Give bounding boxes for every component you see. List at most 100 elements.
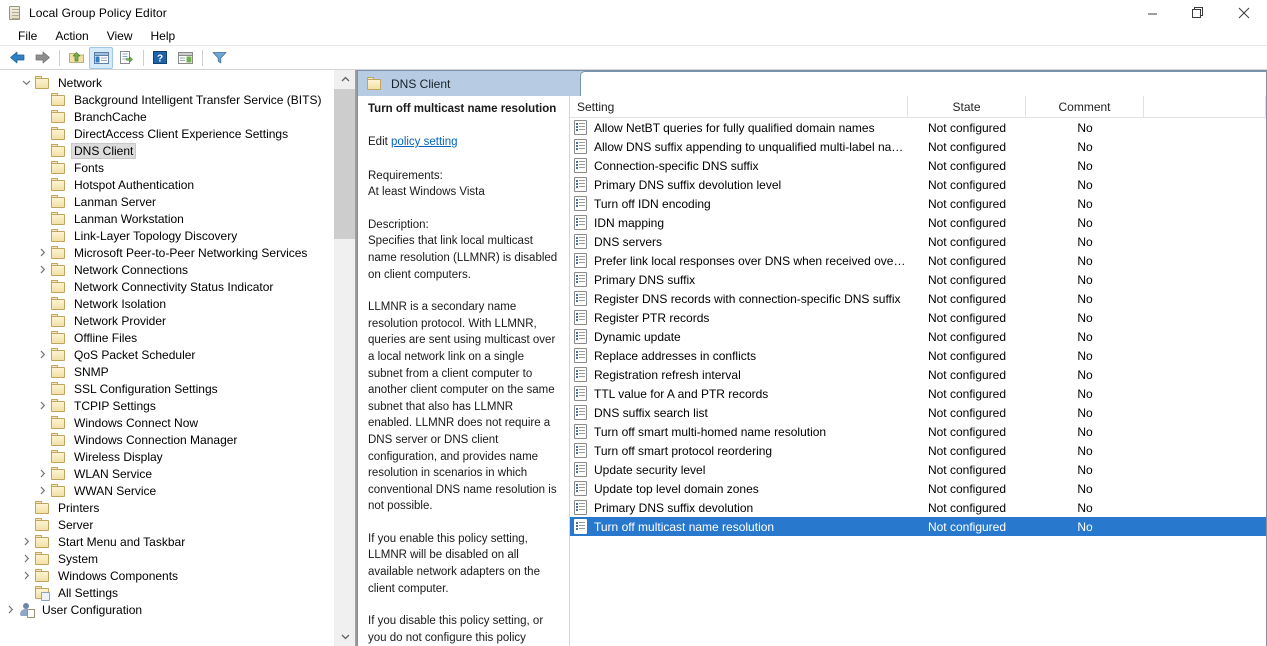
table-row[interactable]: Register DNS records with connection-spe… — [570, 289, 1266, 308]
settings-list-rows[interactable]: Allow NetBT queries for fully qualified … — [570, 118, 1266, 646]
table-row[interactable]: Update security level Not configured No — [570, 460, 1266, 479]
table-row[interactable]: Register PTR records Not configured No — [570, 308, 1266, 327]
menu-file[interactable]: File — [9, 27, 46, 45]
close-button[interactable] — [1221, 0, 1267, 26]
table-row[interactable]: Allow NetBT queries for fully qualified … — [570, 118, 1266, 137]
column-header-setting[interactable]: Setting — [570, 96, 908, 117]
tree-item-dns-client[interactable]: DNS Client — [0, 142, 333, 159]
filter-button[interactable] — [207, 47, 231, 69]
tree-scrollbar-track[interactable] — [334, 89, 355, 627]
policy-setting-icon — [574, 462, 588, 477]
tree-item-printers[interactable]: Printers — [0, 499, 333, 516]
edit-policy-setting-link[interactable]: policy setting — [391, 136, 457, 148]
help-button[interactable]: ? — [148, 47, 172, 69]
menu-view[interactable]: View — [98, 27, 142, 45]
chevron-right-icon[interactable] — [34, 245, 50, 261]
tree-item-all-settings[interactable]: All Settings — [0, 584, 333, 601]
table-row[interactable]: Turn off smart multi-homed name resoluti… — [570, 422, 1266, 441]
scroll-up-arrow-icon[interactable] — [334, 70, 355, 89]
tree-item-windows-connection-manager[interactable]: Windows Connection Manager — [0, 431, 333, 448]
back-button[interactable] — [5, 47, 29, 69]
chevron-right-icon[interactable] — [2, 602, 18, 618]
tree-item-network[interactable]: Network — [0, 74, 333, 91]
tree-item-ssl-configuration-settings[interactable]: SSL Configuration Settings — [0, 380, 333, 397]
tree-item-network-connections[interactable]: Network Connections — [0, 261, 333, 278]
chevron-right-icon[interactable] — [34, 466, 50, 482]
table-row[interactable]: Turn off smart protocol reordering Not co… — [570, 441, 1266, 460]
tree-item-fonts[interactable]: Fonts — [0, 159, 333, 176]
tree-item-directaccess-client-experience-settings[interactable]: DirectAccess Client Experience Settings — [0, 125, 333, 142]
tree-item-hotspot-authentication[interactable]: Hotspot Authentication — [0, 176, 333, 193]
cell-comment: No — [1077, 348, 1093, 363]
table-row[interactable]: TTL value for A and PTR records Not confi… — [570, 384, 1266, 403]
cell-comment: No — [1077, 120, 1093, 135]
tree-item-tcpip-settings[interactable]: TCPIP Settings — [0, 397, 333, 414]
tree-item-system[interactable]: System — [0, 550, 333, 567]
chevron-right-icon[interactable] — [18, 568, 34, 584]
tree-item-snmp[interactable]: SNMP — [0, 363, 333, 380]
table-row[interactable]: Prefer link local responses over DNS whe… — [570, 251, 1266, 270]
tree-item-windows-components[interactable]: Windows Components — [0, 567, 333, 584]
tree-item-qos-packet-scheduler[interactable]: QoS Packet Scheduler — [0, 346, 333, 363]
tree-item-network-connectivity-status-indicator[interactable]: Network Connectivity Status Indicator — [0, 278, 333, 295]
chevron-right-icon[interactable] — [34, 347, 50, 363]
up-one-level-button[interactable] — [64, 47, 88, 69]
setting-name: Register DNS records with connection-spe… — [594, 291, 901, 306]
tree-item-link-layer-topology-discovery[interactable]: Link-Layer Topology Discovery — [0, 227, 333, 244]
tree-item-start-menu-and-taskbar[interactable]: Start Menu and Taskbar — [0, 533, 333, 550]
tree-scrollbar[interactable] — [333, 70, 355, 646]
table-row[interactable]: Connection-specific DNS suffix Not config… — [570, 156, 1266, 175]
tree-item-network-provider[interactable]: Network Provider — [0, 312, 333, 329]
show-hide-action-pane-button[interactable] — [173, 47, 197, 69]
minimize-button[interactable] — [1129, 0, 1175, 26]
tree-item-windows-connect-now[interactable]: Windows Connect Now — [0, 414, 333, 431]
tree-item-wlan-service[interactable]: WLAN Service — [0, 465, 333, 482]
cell-setting: Update security level — [570, 462, 908, 477]
table-row[interactable]: IDN mapping Not configured No — [570, 213, 1266, 232]
tree-item-network-isolation[interactable]: Network Isolation — [0, 295, 333, 312]
forward-button[interactable] — [30, 47, 54, 69]
setting-name: DNS servers — [594, 234, 663, 249]
table-row[interactable]: DNS servers Not configured No — [570, 232, 1266, 251]
scroll-down-arrow-icon[interactable] — [334, 627, 355, 646]
table-row[interactable]: Primary DNS suffix devolution Not configu… — [570, 498, 1266, 517]
tree-item-wwan-service[interactable]: WWAN Service — [0, 482, 333, 499]
chevron-right-icon[interactable] — [34, 483, 50, 499]
chevron-down-icon[interactable] — [18, 75, 34, 91]
show-hide-console-tree-button[interactable] — [89, 46, 113, 69]
table-row[interactable]: Primary DNS suffix Not configured No — [570, 270, 1266, 289]
menu-help[interactable]: Help — [142, 27, 185, 45]
tree-item-microsoft-peer-to-peer-networking-services[interactable]: Microsoft Peer-to-Peer Networking Servic… — [0, 244, 333, 261]
console-tree[interactable]: Network Background Intelligent Transfer S… — [0, 74, 333, 646]
chevron-right-icon[interactable] — [18, 551, 34, 567]
table-row[interactable]: Allow DNS suffix appending to unqualifie… — [570, 137, 1266, 156]
tree-item-lanman-workstation[interactable]: Lanman Workstation — [0, 210, 333, 227]
tree-item-label: Offline Files — [74, 330, 138, 345]
table-row[interactable]: Replace addresses in conflicts Not config… — [570, 346, 1266, 365]
chevron-right-icon[interactable] — [34, 262, 50, 278]
table-row[interactable]: DNS suffix search list Not configured No — [570, 403, 1266, 422]
restore-button[interactable] — [1175, 0, 1221, 26]
chevron-right-icon[interactable] — [18, 534, 34, 550]
table-row[interactable]: Update top level domain zones Not configu… — [570, 479, 1266, 498]
table-row[interactable]: Turn off multicast name resolution Not co… — [570, 517, 1266, 536]
menu-action[interactable]: Action — [46, 27, 97, 45]
table-row[interactable]: Turn off IDN encoding Not configured No — [570, 194, 1266, 213]
tree-item-branchcache[interactable]: BranchCache — [0, 108, 333, 125]
tree-item-background-intelligent-transfer-service-bits[interactable]: Background Intelligent Transfer Service … — [0, 91, 333, 108]
tree-item-user-configuration[interactable]: User Configuration — [0, 601, 333, 618]
tree-item-wireless-display[interactable]: Wireless Display — [0, 448, 333, 465]
table-row[interactable]: Registration refresh interval Not configu… — [570, 365, 1266, 384]
chevron-right-icon[interactable] — [34, 398, 50, 414]
column-header-comment[interactable]: Comment — [1026, 96, 1144, 117]
table-row[interactable]: Dynamic update Not configured No — [570, 327, 1266, 346]
tree-item-server[interactable]: Server — [0, 516, 333, 533]
tree-item-offline-files[interactable]: Offline Files — [0, 329, 333, 346]
window-title: Local Group Policy Editor — [29, 6, 167, 20]
table-row[interactable]: Primary DNS suffix devolution level Not c… — [570, 175, 1266, 194]
tree-item-lanman-server[interactable]: Lanman Server — [0, 193, 333, 210]
tree-scrollbar-thumb[interactable] — [334, 89, 355, 239]
cell-comment: No — [1077, 215, 1093, 230]
column-header-state[interactable]: State — [908, 96, 1026, 117]
export-list-button[interactable] — [114, 47, 138, 69]
